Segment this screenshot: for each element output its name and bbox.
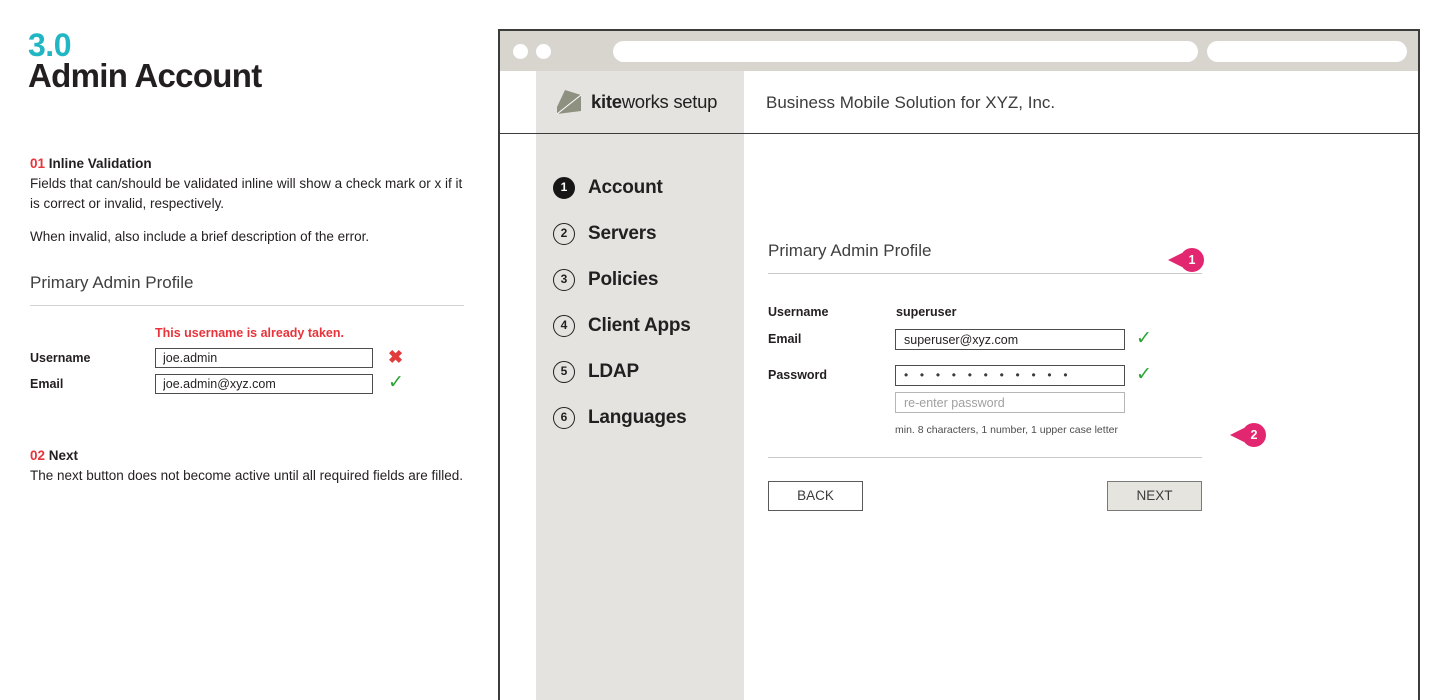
- sidebar-item-label: Languages: [588, 406, 687, 430]
- sidebar-item-languages[interactable]: 6 Languages: [536, 407, 744, 453]
- email-input[interactable]: [895, 329, 1125, 350]
- invalid-x-icon: ✖: [388, 346, 403, 368]
- email-valid-check-icon: ✓: [1136, 327, 1152, 350]
- example-row-username: Username ✖: [30, 348, 464, 370]
- note-02-number: 02: [30, 448, 45, 463]
- email-label: Email: [768, 332, 801, 346]
- example-form-divider: [30, 305, 464, 306]
- note-02-label: Next: [49, 448, 78, 463]
- sidebar-item-label: Client Apps: [588, 314, 691, 338]
- form-heading: Primary Admin Profile: [768, 241, 1202, 261]
- sidebar-item-policies[interactable]: 3 Policies: [536, 269, 744, 315]
- callout-number: 2: [1242, 423, 1266, 447]
- kite-logo-icon: [556, 90, 582, 115]
- form-row-confirm-password: [768, 392, 1202, 414]
- sidebar-item-label: Account: [588, 176, 663, 200]
- password-hint: min. 8 characters, 1 number, 1 upper cas…: [895, 424, 1118, 436]
- example-email-label: Email: [30, 377, 63, 391]
- form-row-password: Password • • • • • • • • • • • ✓: [768, 365, 1202, 387]
- sidebar-item-client-apps[interactable]: 4 Client Apps: [536, 315, 744, 361]
- note-01-paragraph-2: When invalid, also include a brief descr…: [30, 227, 474, 247]
- form-row-username: Username superuser: [768, 302, 1202, 324]
- step-badge-4: 4: [553, 315, 575, 337]
- step-badge-6: 6: [553, 407, 575, 429]
- wizard-button-row: BACK NEXT: [768, 481, 1202, 511]
- app-header: kiteworks setup Business Mobile Solution…: [500, 71, 1418, 134]
- page-title: Admin Account: [28, 58, 262, 94]
- window-close-dot-icon[interactable]: [513, 44, 528, 59]
- validation-error-message: This username is already taken.: [155, 326, 344, 340]
- brand-name: kiteworks setup: [591, 90, 717, 114]
- sidebar-item-account[interactable]: 1 Account: [536, 177, 744, 223]
- main-content: Primary Admin Profile Username superuser…: [744, 134, 1418, 700]
- admin-profile-form: Primary Admin Profile Username superuser…: [768, 241, 1202, 274]
- sidebar-item-label: Servers: [588, 222, 656, 246]
- example-email-input[interactable]: [155, 374, 373, 394]
- browser-chrome: [500, 31, 1418, 71]
- back-button[interactable]: BACK: [768, 481, 863, 511]
- sidebar-item-ldap[interactable]: 5 LDAP: [536, 361, 744, 407]
- callout-marker-1: 1: [1168, 248, 1204, 272]
- example-row-email: Email ✓: [30, 374, 464, 396]
- annotation-note-02: 02 Next The next button does not become …: [30, 447, 474, 486]
- annotation-note-01: 01 Inline Validation Fields that can/sho…: [30, 155, 474, 247]
- example-form: Primary Admin Profile This username is a…: [30, 273, 464, 306]
- brand-name-rest: works setup: [622, 91, 717, 112]
- note-01-paragraph-1: Fields that can/should be validated inli…: [30, 174, 474, 214]
- sidebar-item-servers[interactable]: 2 Servers: [536, 223, 744, 269]
- annotation-panel: 3.0 Admin Account 01 Inline Validation F…: [0, 0, 498, 700]
- sidebar-item-label: LDAP: [588, 360, 639, 384]
- window-minimize-dot-icon[interactable]: [536, 44, 551, 59]
- step-badge-3: 3: [553, 269, 575, 291]
- callout-number: 1: [1180, 248, 1204, 272]
- browser-window: kiteworks setup Business Mobile Solution…: [498, 29, 1420, 700]
- note-02-heading: 02 Next: [30, 447, 474, 465]
- example-form-title: Primary Admin Profile: [30, 273, 464, 293]
- username-label: Username: [768, 305, 828, 319]
- password-input[interactable]: • • • • • • • • • • •: [895, 365, 1125, 386]
- form-divider-top: [768, 273, 1202, 274]
- url-bar[interactable]: [613, 41, 1198, 62]
- username-value: superuser: [896, 305, 956, 319]
- confirm-password-input[interactable]: [895, 392, 1125, 413]
- sidebar-item-label: Policies: [588, 268, 658, 292]
- search-bar[interactable]: [1207, 41, 1407, 62]
- form-divider-bottom: [768, 457, 1202, 458]
- note-02-paragraph-1: The next button does not become active u…: [30, 466, 474, 486]
- example-username-input[interactable]: [155, 348, 373, 368]
- password-valid-check-icon: ✓: [1136, 363, 1152, 386]
- step-badge-5: 5: [553, 361, 575, 383]
- password-label: Password: [768, 368, 827, 382]
- brand-name-bold: kite: [591, 91, 622, 112]
- app-body: kiteworks setup Business Mobile Solution…: [500, 71, 1418, 700]
- next-button[interactable]: NEXT: [1107, 481, 1202, 511]
- step-badge-2: 2: [553, 223, 575, 245]
- form-row-email: Email ✓: [768, 329, 1202, 351]
- app-title: Business Mobile Solution for XYZ, Inc.: [766, 91, 1055, 115]
- example-username-label: Username: [30, 351, 90, 365]
- step-badge-1: 1: [553, 177, 575, 199]
- note-01-label: Inline Validation: [49, 156, 152, 171]
- callout-marker-2: 2: [1230, 423, 1266, 447]
- note-01-heading: 01 Inline Validation: [30, 155, 474, 173]
- note-01-number: 01: [30, 156, 45, 171]
- valid-check-icon: ✓: [388, 372, 404, 394]
- sidebar-nav: 1 Account 2 Servers 3 Policies 4 Client …: [536, 134, 744, 700]
- brand-cell: kiteworks setup: [536, 71, 744, 133]
